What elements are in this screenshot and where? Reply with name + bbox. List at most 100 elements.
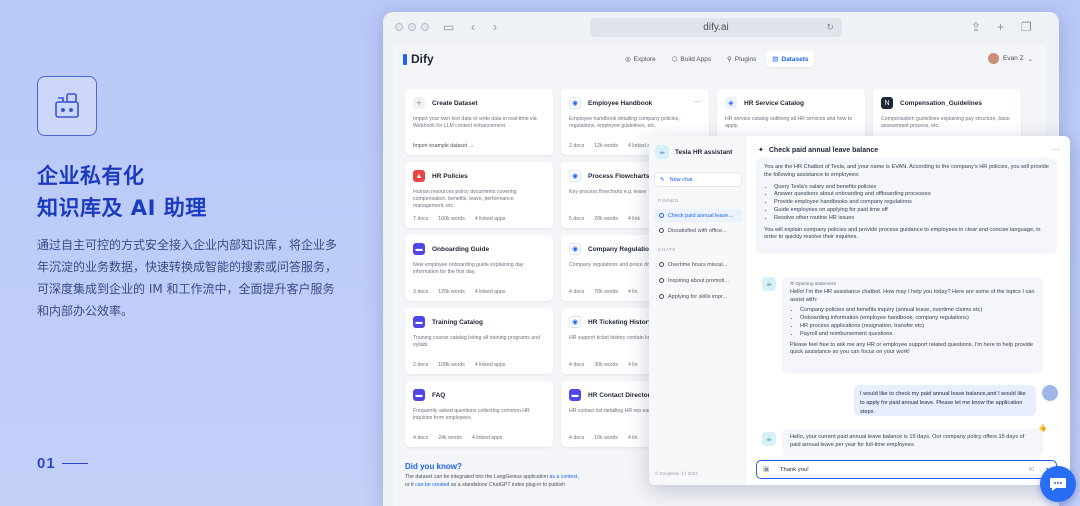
conversation-item[interactable]: Overtime hours miscal... — [654, 258, 742, 271]
user-menu[interactable]: Evan Z ⌄ — [987, 53, 1033, 64]
chat-bubble-icon — [1050, 478, 1066, 491]
user-name: Evan Z — [1002, 55, 1024, 62]
url-bar[interactable]: dify.ai ↻ — [590, 18, 842, 37]
url-text: dify.ai — [703, 22, 729, 33]
list-item: Resolve other routine HR issues — [774, 215, 1049, 223]
conversation-header: ✦ Check paid annual leave balance — [758, 146, 878, 155]
word-count: 30k words — [594, 362, 618, 368]
opening-statement: ✲ Opening statement Hello! I'm the HR as… — [782, 277, 1043, 374]
card-description: Employee handbook detailing company poli… — [569, 116, 680, 129]
tip-text: , — [577, 474, 579, 480]
chat-bubble-icon — [659, 262, 664, 267]
dataset-card[interactable]: ▬ Onboarding Guide New employee onboardin… — [405, 235, 553, 301]
chat-bubble-icon — [659, 228, 664, 233]
support-chat-button[interactable] — [1040, 466, 1076, 502]
hero-title: 企业私有化 知识库及 AI 助理 — [37, 160, 337, 224]
doc-count: 2 docs — [569, 143, 585, 149]
doc-count: 4 docs — [569, 289, 585, 295]
sidebar-toggle-icon[interactable]: ▭ — [443, 20, 454, 34]
plus-icon: + — [413, 97, 425, 109]
doc-count: 7 docs — [413, 216, 429, 222]
card-title: Training Catalog — [432, 318, 483, 326]
dataset-icon: ▤ — [772, 56, 779, 63]
card-title: Company Regulation — [588, 245, 654, 253]
card-meta: 5 docs 20k words 4 link — [569, 216, 640, 222]
new-tab-icon[interactable]: + — [997, 20, 1004, 34]
tab-plugins[interactable]: ⚲ Plugins — [721, 51, 762, 67]
new-chat-label: New chat — [669, 176, 693, 183]
chat-input-value: Thank you! — [780, 466, 809, 473]
bot-answer: Hello, your current paid annual leave ba… — [782, 429, 1043, 456]
dify-logo[interactable]: Dify — [403, 52, 434, 66]
chevron-down-icon: ⌄ — [1027, 55, 1033, 63]
conversation-title: Applying for skills impr... — [668, 293, 727, 300]
folder-icon: ▬ — [413, 243, 425, 255]
system-list: Query Tesla's salary and benefits polici… — [774, 184, 1049, 223]
notion-icon: ◈ — [725, 97, 737, 109]
tab-build-apps[interactable]: ⬡ Build Apps — [666, 51, 717, 67]
chat-input[interactable]: ▣ Thank you! 40 ➤ — [756, 460, 1057, 479]
card-title: Process Flowcharts — [588, 172, 650, 180]
system-prompt: You are the HR Chatbot of Tesla, and you… — [756, 158, 1057, 254]
char-count: 40 — [1028, 466, 1034, 473]
can-be-created-link[interactable]: can be created — [415, 482, 449, 488]
word-count: 12k words — [594, 143, 618, 149]
close-dot[interactable] — [395, 23, 403, 31]
list-item: HR process applications (resignation, tr… — [800, 323, 1035, 331]
share-icon[interactable]: ⇪ — [971, 20, 981, 34]
tab-datasets[interactable]: ▤ Datasets — [766, 51, 815, 67]
more-icon[interactable]: ··· — [1052, 145, 1060, 154]
tab-label: Datasets — [781, 55, 809, 63]
back-icon[interactable]: ‹ — [471, 20, 475, 34]
card-meta: 4 docs 24k words 4 linked apps — [413, 435, 503, 441]
chat-main: ✦ Check paid annual leave balance ··· Yo… — [746, 136, 1070, 485]
dataset-card[interactable]: ▬ FAQ Frequently asked questions collecti… — [405, 381, 553, 447]
conversation-item[interactable]: Inquiring about promoti... — [654, 274, 742, 287]
card-meta: 2 docs 108k words 4 linked apps — [413, 362, 505, 368]
doc-count: 5 docs — [569, 216, 585, 222]
knowledge-base-icon — [37, 76, 97, 136]
avatar — [987, 53, 999, 64]
tab-label: Build Apps — [680, 55, 712, 63]
card-description: Training course catalog listing all trai… — [413, 335, 540, 348]
linked-apps: 4 link — [627, 216, 641, 222]
tab-label: Plugins — [734, 55, 757, 63]
card-title: HR Ticketing History — [588, 318, 652, 326]
word-count: 100k words — [438, 216, 465, 222]
minimize-dot[interactable] — [408, 23, 416, 31]
dataset-card[interactable]: ▲ HR Policies Human resources policy docu… — [405, 162, 553, 228]
card-meta: 7 docs 100k words 4 linked apps — [413, 216, 505, 222]
plugin-icon: ⚲ — [727, 56, 732, 63]
linked-apps: 4 lin — [627, 289, 638, 295]
reload-icon[interactable]: ↻ — [826, 22, 834, 33]
create-dataset-card[interactable]: + Create Dataset Import your own text dat… — [405, 89, 553, 155]
import-example-link[interactable]: Import example dataset → — [413, 143, 474, 149]
conversation-item[interactable]: Applying for skills impr... — [654, 290, 742, 303]
dataset-card[interactable]: ▬ Training Catalog Training course catalo… — [405, 308, 553, 374]
conversation-item[interactable]: Check paid annual leave... — [654, 209, 742, 222]
page-number: 01 — [37, 455, 88, 472]
tabs-overview-icon[interactable]: ❐ — [1021, 20, 1032, 34]
opening-label-text: Opening statement — [795, 282, 836, 287]
tab-explore[interactable]: ◎ Explore — [619, 51, 662, 67]
conversation-title: Dissatisfied with office... — [668, 227, 727, 234]
card-description: Import your own text data or write data … — [413, 116, 537, 129]
card-title: HR Contact Directory — [588, 391, 654, 399]
linked-apps: 4 linked apps — [474, 289, 506, 295]
doc-count: 2 docs — [413, 362, 429, 368]
image-upload-icon[interactable]: ▣ — [763, 465, 772, 474]
card-title: Employee Handbook — [588, 99, 653, 107]
logo-text: Dify — [411, 52, 434, 66]
forward-icon[interactable]: › — [493, 20, 497, 34]
card-title: Create Dataset — [432, 99, 478, 107]
did-you-know-text: The dataset can be integrated into the L… — [405, 474, 579, 489]
maximize-dot[interactable] — [421, 23, 429, 31]
doc-count: 4 docs — [413, 435, 429, 441]
browser-chrome: ▭ ‹ › dify.ai ↻ ⇪ + ❐ — [383, 12, 1059, 42]
new-chat-button[interactable]: ✎ New chat — [654, 172, 742, 187]
list-item: Onboarding information (employee handboo… — [800, 315, 1035, 323]
more-icon[interactable]: ··· — [693, 97, 701, 106]
as-context-link[interactable]: as a context — [550, 474, 578, 480]
doc-count: 4 docs — [569, 362, 585, 368]
conversation-item[interactable]: Dissatisfied with office... — [654, 224, 742, 237]
